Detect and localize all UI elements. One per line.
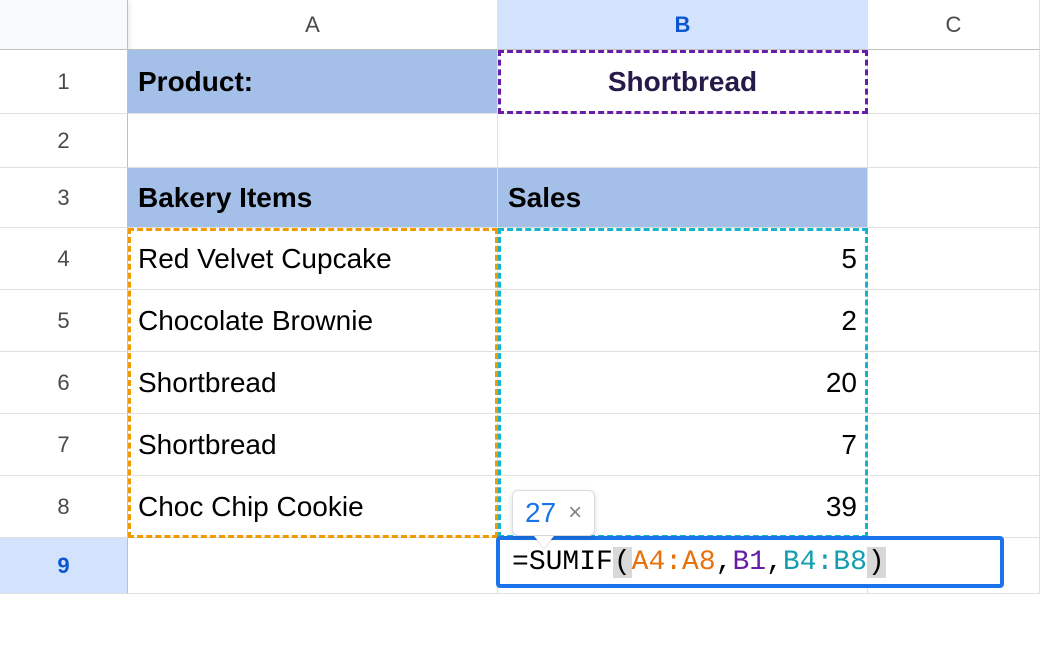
cell-C8[interactable] bbox=[868, 476, 1040, 538]
cell-B7[interactable]: 7 bbox=[498, 414, 868, 476]
spreadsheet: A B C 1 2 3 4 5 6 7 8 9 Product: Shortbr… bbox=[0, 0, 1040, 658]
row-header-2[interactable]: 2 bbox=[0, 114, 128, 168]
cell-C2[interactable] bbox=[868, 114, 1040, 168]
formula-open-paren: ( bbox=[613, 547, 632, 578]
formula-result-value: 27 bbox=[525, 497, 556, 529]
cell-B5[interactable]: 2 bbox=[498, 290, 868, 352]
column-header-A[interactable]: A bbox=[128, 0, 498, 50]
cell-B1[interactable]: Shortbread bbox=[498, 50, 868, 114]
row-header-9[interactable]: 9 bbox=[0, 538, 128, 594]
cell-A6[interactable]: Shortbread bbox=[128, 352, 498, 414]
cell-C5[interactable] bbox=[868, 290, 1040, 352]
row-header-7[interactable]: 7 bbox=[0, 414, 128, 476]
column-headers: A B C bbox=[0, 0, 1040, 50]
cell-A2[interactable] bbox=[128, 114, 498, 168]
row-header-6[interactable]: 6 bbox=[0, 352, 128, 414]
cell-B1-text: Shortbread bbox=[608, 66, 757, 98]
cell-B4[interactable]: 5 bbox=[498, 228, 868, 290]
cell-A1[interactable]: Product: bbox=[128, 50, 498, 114]
cell-C4[interactable] bbox=[868, 228, 1040, 290]
cell-C1[interactable] bbox=[868, 50, 1040, 114]
row-header-1[interactable]: 1 bbox=[0, 50, 128, 114]
formula-editor[interactable]: =SUMIF(A4:A8,B1,B4:B8) bbox=[504, 540, 894, 584]
cell-C9[interactable] bbox=[868, 538, 1040, 594]
cell-A5[interactable]: Chocolate Brownie bbox=[128, 290, 498, 352]
cell-A3[interactable]: Bakery Items bbox=[128, 168, 498, 228]
formula-arg2: B1 bbox=[732, 547, 766, 578]
formula-sep1: , bbox=[716, 547, 733, 578]
cell-B3[interactable]: Sales bbox=[498, 168, 868, 228]
cell-C6[interactable] bbox=[868, 352, 1040, 414]
cell-A4[interactable]: Red Velvet Cupcake bbox=[128, 228, 498, 290]
column-header-B[interactable]: B bbox=[498, 0, 868, 50]
cell-B2[interactable] bbox=[498, 114, 868, 168]
cell-B6[interactable]: 20 bbox=[498, 352, 868, 414]
formula-function: SUMIF bbox=[529, 547, 613, 578]
row-header-3[interactable]: 3 bbox=[0, 168, 128, 228]
cell-A7[interactable]: Shortbread bbox=[128, 414, 498, 476]
formula-prefix: = bbox=[512, 547, 529, 578]
column-header-C[interactable]: C bbox=[868, 0, 1040, 50]
formula-close-paren: ) bbox=[867, 547, 886, 578]
cell-A8[interactable]: Choc Chip Cookie bbox=[128, 476, 498, 538]
formula-arg1: A4:A8 bbox=[632, 547, 716, 578]
cell-C3[interactable] bbox=[868, 168, 1040, 228]
formula-sep2: , bbox=[766, 547, 783, 578]
select-all-corner[interactable] bbox=[0, 0, 128, 50]
cell-C7[interactable] bbox=[868, 414, 1040, 476]
tooltip-close-icon[interactable]: × bbox=[568, 501, 582, 525]
row-header-4[interactable]: 4 bbox=[0, 228, 128, 290]
tooltip-tail-icon bbox=[534, 536, 554, 548]
row-header-5[interactable]: 5 bbox=[0, 290, 128, 352]
row-header-8[interactable]: 8 bbox=[0, 476, 128, 538]
cell-A9[interactable] bbox=[128, 538, 498, 594]
formula-arg3: B4:B8 bbox=[783, 547, 867, 578]
formula-result-tooltip: 27 × bbox=[512, 490, 595, 536]
